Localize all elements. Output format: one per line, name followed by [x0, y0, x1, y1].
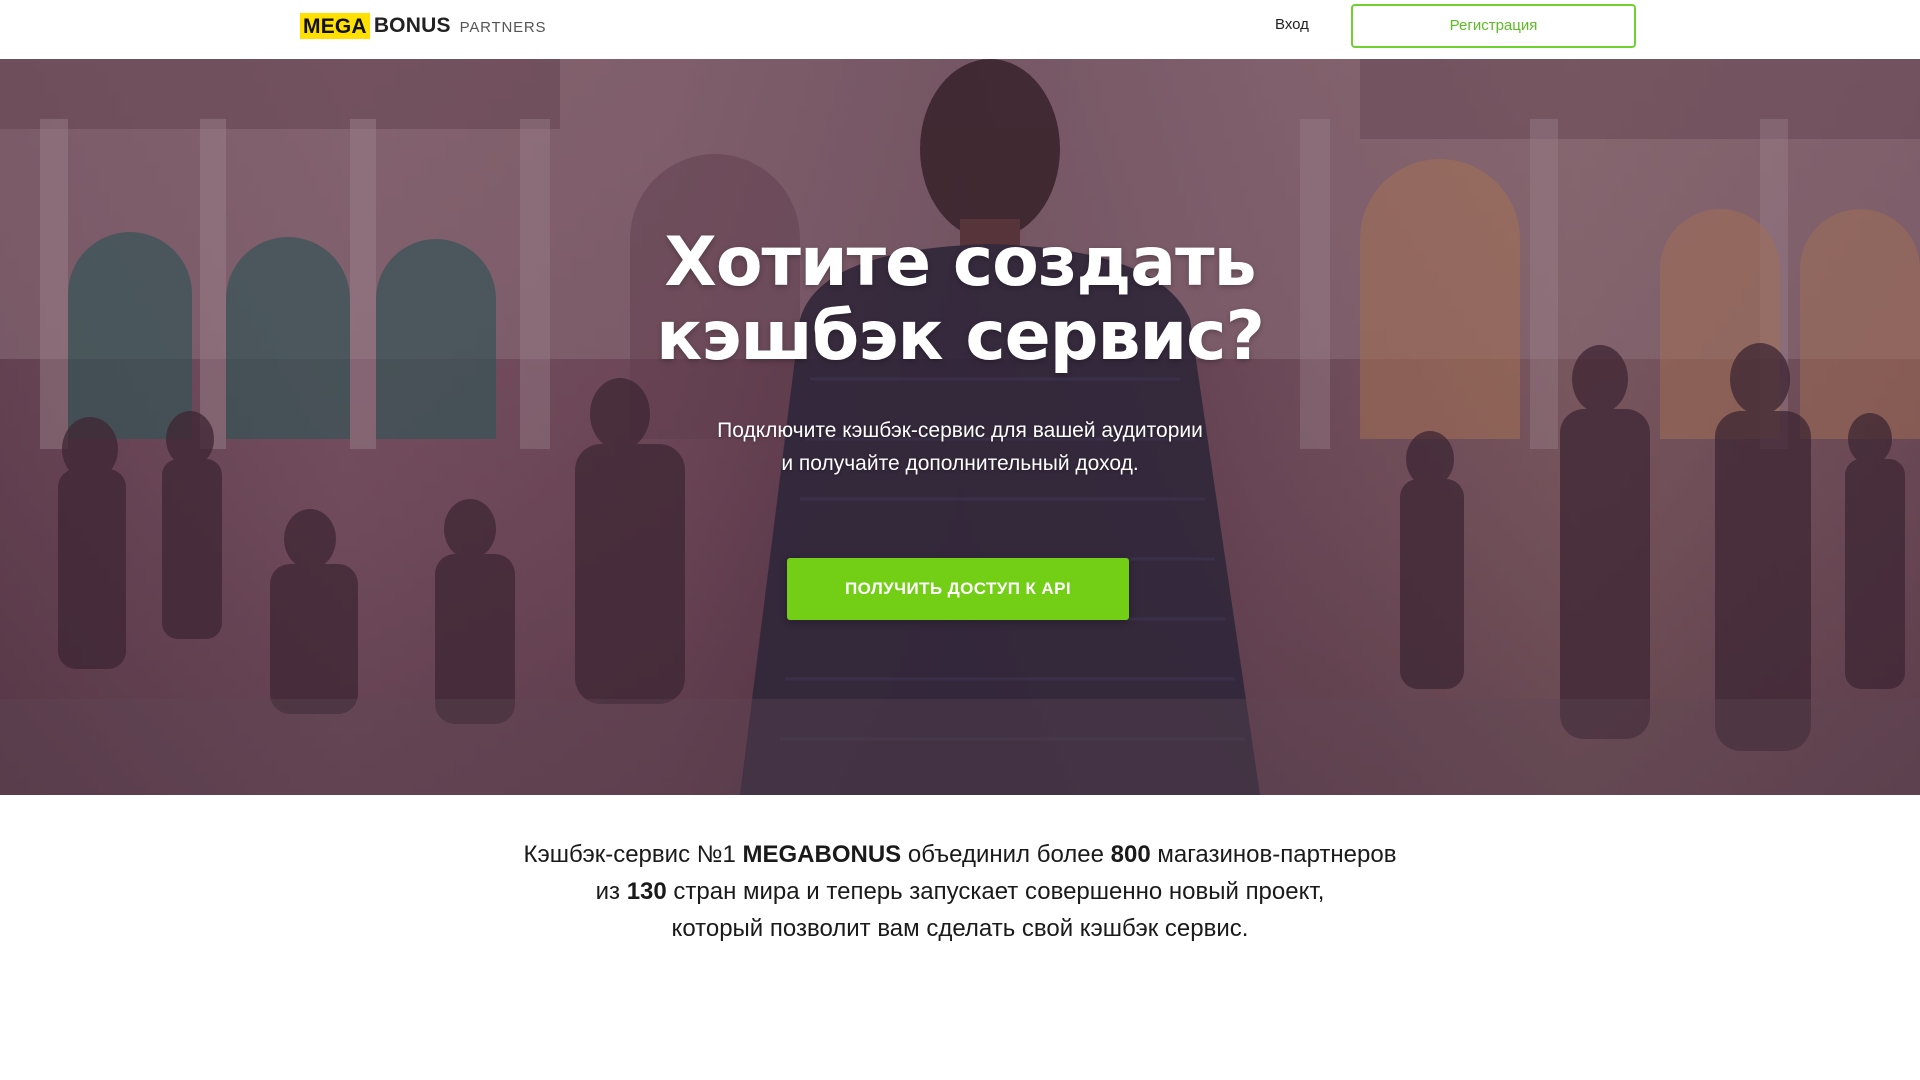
- hero-subtitle-line-1: Подключите кэшбэк-сервис для вашей аудит…: [717, 419, 1203, 442]
- intro-line-1-part-b: объединил более: [901, 841, 1111, 868]
- intro-line-1-part-c: магазинов-партнеров: [1150, 841, 1397, 868]
- intro-line-1-part-a: Кэшбэк-сервис №1: [523, 841, 743, 868]
- intro-line-2-part-a: из: [595, 878, 627, 905]
- intro-brand: MEGABONUS: [742, 841, 902, 868]
- hero-section: Хотите создать кэшбэк сервис? Подключите…: [0, 59, 1920, 795]
- hero-title-line-2: кэшбэк сервис?: [656, 297, 1265, 376]
- hero-subtitle-line-2: и получайте дополнительный доход.: [781, 452, 1139, 475]
- intro-countries-count: 130: [626, 878, 667, 905]
- logo-partners-text: PARTNERS: [459, 19, 547, 36]
- hero-subtitle: Подключите кэшбэк-сервис для вашей аудит…: [560, 414, 1360, 480]
- login-link[interactable]: Вход: [1275, 15, 1309, 35]
- intro-line-3: который позволит вам сделать свой кэшбэк…: [671, 915, 1249, 942]
- intro-line-2: из 130 стран мира и теперь запускает сов…: [360, 873, 1560, 910]
- logo-mega-text: MEGA: [300, 13, 370, 39]
- site-header: MEGA BONUS PARTNERS Вход Регистрация: [0, 0, 1920, 59]
- get-api-access-button[interactable]: ПОЛУЧИТЬ ДОСТУП К API: [787, 558, 1129, 620]
- hero-title: Хотите создать кэшбэк сервис?: [560, 226, 1360, 374]
- intro-text: Кэшбэк-сервис №1 MEGABONUS объединил бол…: [360, 836, 1560, 947]
- intro-line-1: Кэшбэк-сервис №1 MEGABONUS объединил бол…: [360, 836, 1560, 873]
- logo-bonus-text: BONUS: [373, 14, 451, 37]
- register-button[interactable]: Регистрация: [1351, 4, 1636, 48]
- intro-line-2-part-b: стран мира и теперь запускает совершенно…: [666, 878, 1325, 905]
- intro-stores-count: 800: [1110, 841, 1151, 868]
- logo[interactable]: MEGA BONUS PARTNERS: [300, 13, 546, 39]
- hero-title-line-1: Хотите создать: [664, 223, 1256, 302]
